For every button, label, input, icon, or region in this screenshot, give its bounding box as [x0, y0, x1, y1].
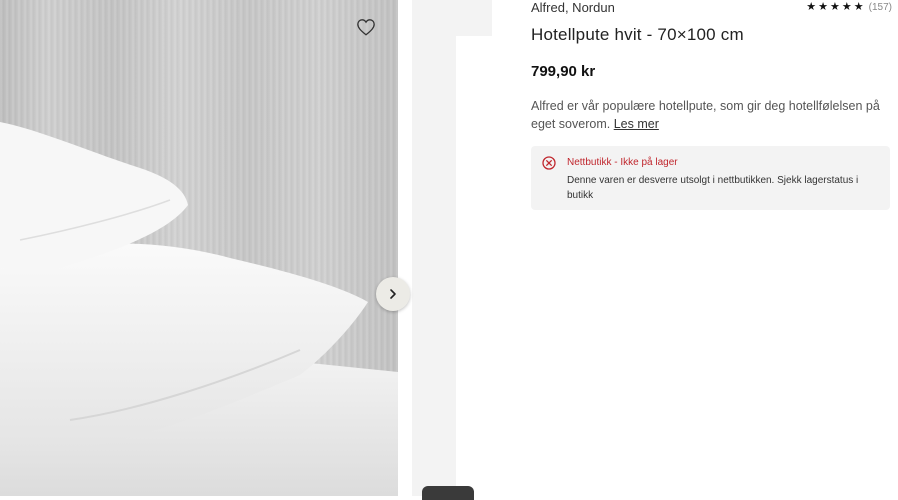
product-brand[interactable]: Alfred, Nordun: [531, 0, 615, 15]
error-circle-x-icon: [542, 156, 556, 170]
chevron-right-icon: [390, 289, 396, 299]
description-text: Alfred er vår populære hotellpute, som g…: [531, 99, 880, 131]
next-image-preview-content: [456, 36, 496, 496]
product-image[interactable]: [0, 0, 398, 496]
floating-tab[interactable]: [422, 486, 474, 500]
stock-notice: Nettbutikk - Ikke på lager Denne varen e…: [531, 146, 890, 210]
star-icon: ★: [818, 1, 829, 13]
rating[interactable]: ★ ★ ★ ★ ★ (157): [806, 0, 892, 14]
gallery-gap: [398, 0, 412, 496]
rating-count: (157): [868, 1, 892, 13]
product-title: Hotellpute hvit - 70×100 cm: [531, 25, 744, 44]
star-icon: ★: [806, 1, 817, 13]
star-icon: ★: [841, 1, 852, 13]
product-info: Alfred, Nordun ★ ★ ★ ★ ★ (157) Hotellput…: [530, 0, 898, 496]
stock-status-title: Nettbutikk - Ikke på lager: [567, 157, 678, 168]
pillows-illustration: [0, 122, 398, 496]
read-more-link[interactable]: Les mer: [614, 117, 659, 131]
heart-icon: [357, 19, 375, 36]
product-price: 799,90 kr: [531, 63, 596, 80]
star-icon: ★: [853, 1, 864, 13]
product-description: Alfred er vår populære hotellpute, som g…: [531, 97, 883, 133]
wishlist-button[interactable]: [352, 14, 380, 40]
star-icon: ★: [830, 1, 840, 13]
stock-status-message: Denne varen er desverre utsolgt i nettbu…: [567, 175, 859, 201]
next-image-button[interactable]: [376, 277, 410, 311]
